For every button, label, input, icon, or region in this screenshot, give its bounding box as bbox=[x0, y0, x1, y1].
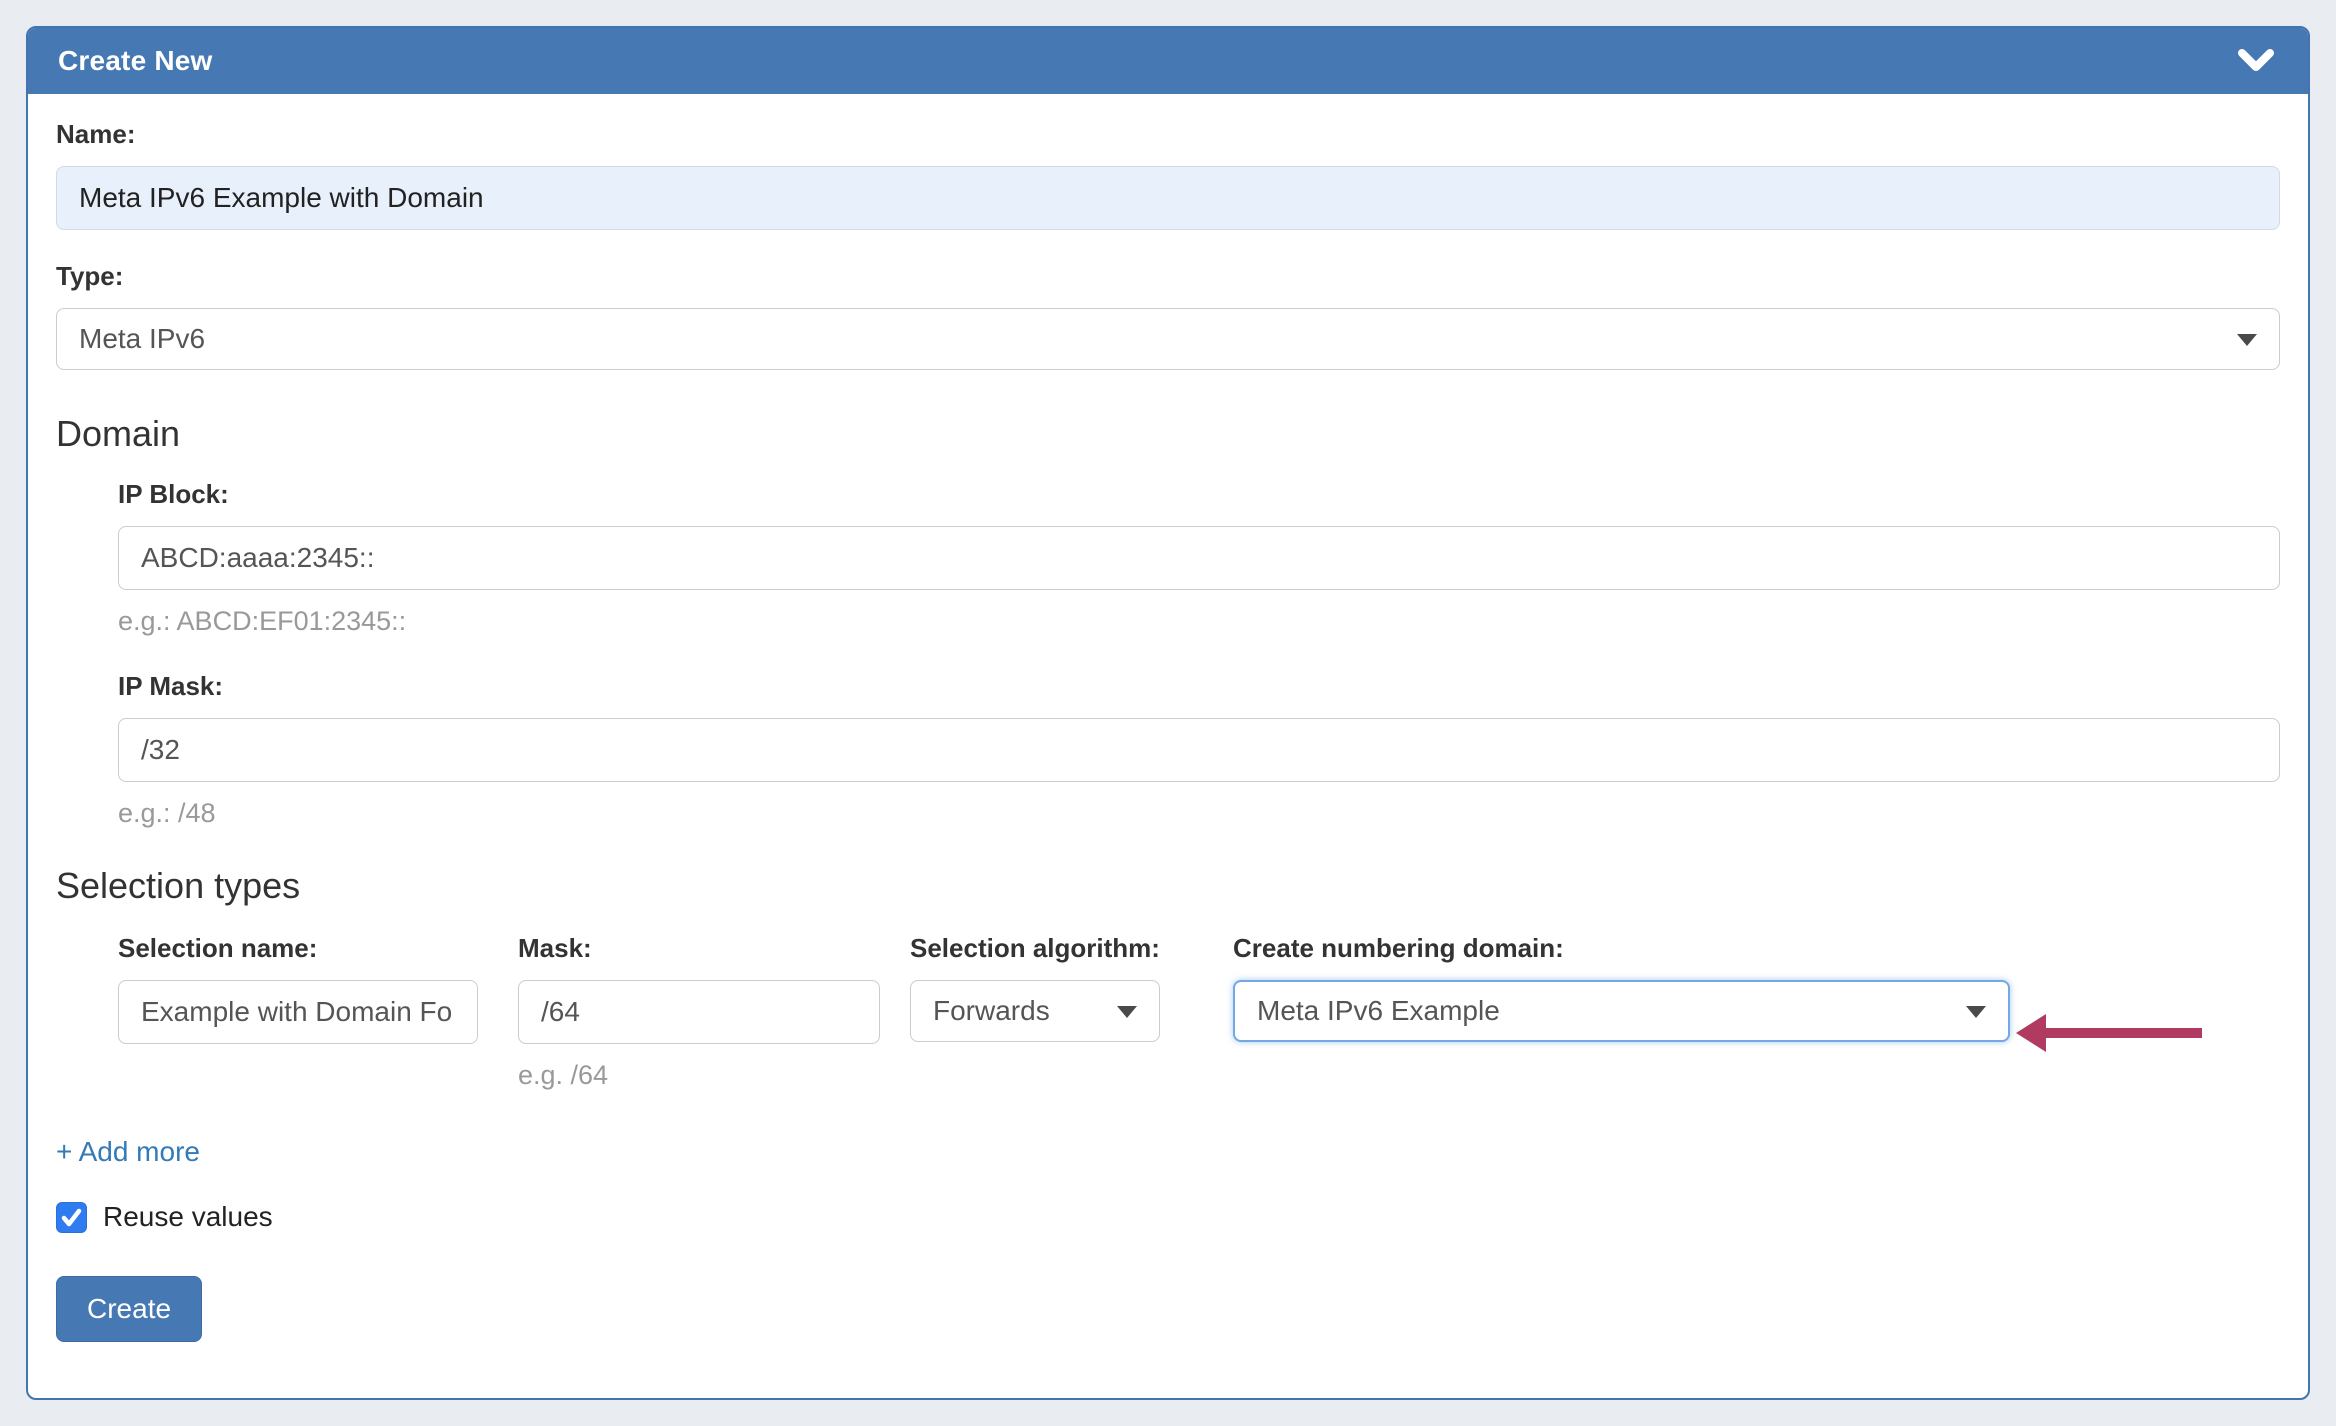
name-label: Name: bbox=[56, 118, 2280, 150]
caret-down-icon bbox=[1966, 1006, 1986, 1018]
panel-body: Name: Type: Meta IPv6 Domain IP Block: e… bbox=[28, 94, 2308, 1370]
selection-algorithm-label: Selection algorithm: bbox=[910, 932, 1160, 964]
mask-input[interactable] bbox=[518, 980, 880, 1044]
type-label: Type: bbox=[56, 260, 2280, 292]
selection-name-label: Selection name: bbox=[118, 932, 478, 964]
selection-types-heading: Selection types bbox=[56, 864, 2280, 908]
mask-column: Mask: e.g. /64 bbox=[518, 932, 880, 1092]
ip-block-input[interactable] bbox=[118, 526, 2280, 590]
selection-algorithm-value: Forwards bbox=[933, 995, 1050, 1027]
ip-block-label: IP Block: bbox=[118, 478, 2280, 510]
caret-down-icon bbox=[1117, 1006, 1137, 1018]
type-select[interactable]: Meta IPv6 bbox=[56, 308, 2280, 370]
caret-down-icon bbox=[2237, 334, 2257, 346]
domain-section: IP Block: e.g.: ABCD:EF01:2345:: IP Mask… bbox=[118, 478, 2280, 830]
domain-section-heading: Domain bbox=[56, 412, 2280, 456]
ip-mask-label: IP Mask: bbox=[118, 670, 2280, 702]
check-icon bbox=[60, 1206, 83, 1229]
type-select-value: Meta IPv6 bbox=[79, 323, 205, 355]
numbering-domain-select[interactable]: Meta IPv6 Example bbox=[1233, 980, 2010, 1042]
collapse-toggle[interactable] bbox=[2238, 49, 2278, 73]
add-more-link[interactable]: + Add more bbox=[56, 1136, 200, 1168]
ip-block-hint: e.g.: ABCD:EF01:2345:: bbox=[118, 604, 2280, 638]
selection-name-input[interactable] bbox=[118, 980, 478, 1044]
create-button[interactable]: Create bbox=[56, 1276, 202, 1342]
numbering-domain-column: Create numbering domain: Meta IPv6 Examp… bbox=[1233, 932, 2010, 1042]
reuse-values-label: Reuse values bbox=[103, 1200, 273, 1234]
create-new-panel: Create New Name: Type: Meta IPv6 Domain … bbox=[26, 26, 2310, 1400]
arrow-shaft bbox=[2042, 1028, 2202, 1038]
panel-header: Create New bbox=[28, 28, 2308, 94]
ip-mask-hint: e.g.: /48 bbox=[118, 796, 2280, 830]
panel-title: Create New bbox=[58, 45, 213, 77]
reuse-values-row[interactable]: Reuse values bbox=[56, 1200, 2280, 1234]
annotation-arrow-icon bbox=[2016, 1014, 2202, 1052]
selection-type-row: Selection name: Mask: e.g. /64 Selection… bbox=[118, 932, 2280, 1092]
reuse-values-checkbox[interactable] bbox=[56, 1202, 87, 1233]
ip-mask-input[interactable] bbox=[118, 718, 2280, 782]
name-input[interactable] bbox=[56, 166, 2280, 230]
mask-label: Mask: bbox=[518, 932, 880, 964]
mask-hint: e.g. /64 bbox=[518, 1058, 880, 1092]
selection-algorithm-column: Selection algorithm: Forwards bbox=[910, 932, 1160, 1042]
numbering-domain-label: Create numbering domain: bbox=[1233, 932, 2010, 964]
selection-name-column: Selection name: bbox=[118, 932, 478, 1044]
selection-algorithm-select[interactable]: Forwards bbox=[910, 980, 1160, 1042]
numbering-domain-value: Meta IPv6 Example bbox=[1257, 995, 1500, 1027]
chevron-down-icon bbox=[2238, 49, 2274, 73]
